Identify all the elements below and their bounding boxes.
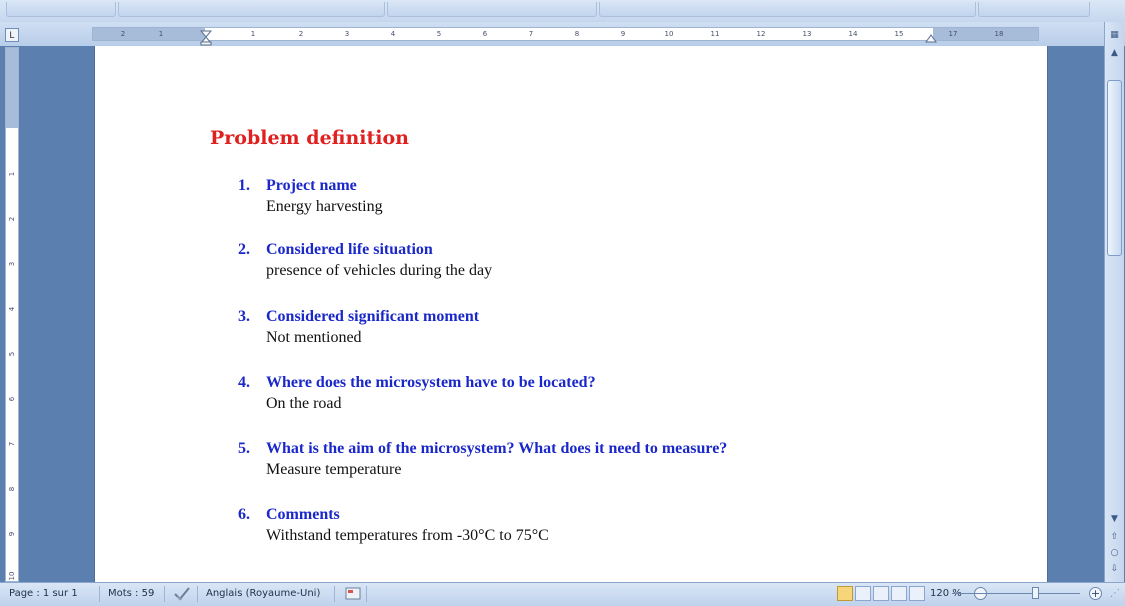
scroll-thumb[interactable] [1107,80,1122,256]
zoom-slider-thumb[interactable] [1032,587,1039,599]
item-heading: Considered life situation [266,241,433,258]
vruler-tick: 8 [8,486,16,492]
ribbon-group-font[interactable] [118,2,385,17]
ruler-tick: 10 [664,30,674,38]
ruler-tick: 8 [574,30,580,38]
item-answer: presence of vehicles during the day [266,262,493,279]
ruler-tick: 5 [436,30,442,38]
document-page[interactable]: Problem definition 1. Project name Energ… [95,46,1047,582]
item-heading: What is the aim of the microsystem? What… [266,440,728,457]
scroll-up-icon[interactable]: ▲ [1107,46,1122,60]
vruler-tick: 1 [8,171,16,177]
scroll-down-icon[interactable]: ▼ [1107,512,1122,526]
item-heading: Considered significant moment [266,308,480,325]
item-answer: Not mentioned [266,329,362,346]
item-number: 5. [238,440,250,457]
status-divider [366,586,367,602]
next-page-icon[interactable]: ⇩ [1107,562,1122,576]
item-answer: Withstand temperatures from -30°C to 75°… [266,527,549,544]
status-divider [164,586,165,602]
item-number: 4. [238,374,250,391]
status-divider [334,586,335,602]
ribbon-group-clipboard[interactable] [6,2,116,17]
ruler-tick: 15 [894,30,904,38]
indent-marker-icon[interactable] [199,30,213,46]
vruler-tick: 5 [8,351,16,357]
ruler-tick: 6 [482,30,488,38]
right-indent-marker-icon[interactable] [925,33,937,43]
vruler-tick: 2 [8,216,16,222]
ruler-tick: 11 [710,30,720,38]
browse-object-icon[interactable]: ○ [1107,546,1122,560]
draft-view-button[interactable] [909,586,925,601]
item-number: 6. [238,506,250,523]
ruler-tick: 14 [848,30,858,38]
ribbon-group-editing[interactable] [978,2,1090,17]
status-divider [99,586,100,602]
vruler-tick: 9 [8,531,16,537]
ruler-tick: 12 [756,30,766,38]
item-heading: Project name [266,177,357,194]
item-heading: Where does the microsystem have to be lo… [266,374,596,391]
ruler-tick: 3 [344,30,350,38]
web-layout-button[interactable] [873,586,889,601]
item-answer: On the road [266,395,342,412]
macro-record-icon[interactable] [345,586,361,601]
ribbon-group-style[interactable] [599,2,976,17]
vruler-tick: 7 [8,441,16,447]
outline-view-button[interactable] [891,586,907,601]
ruler-tick: 7 [528,30,534,38]
ruler-tick: 2 [120,30,126,38]
ruler-tick: 2 [298,30,304,38]
item-number: 3. [238,308,250,325]
item-number: 1. [238,177,250,194]
proofing-check-icon[interactable] [173,586,191,602]
ruler-tick: 1 [250,30,256,38]
resize-grip-icon[interactable]: ⋰ [1110,588,1120,599]
ruler-tick: 17 [948,30,958,38]
item-answer: Measure temperature [266,461,402,478]
vertical-ruler[interactable]: 1 2 3 4 5 6 7 8 9 10 [5,47,19,582]
ribbon-group-strip [0,0,1125,23]
vruler-tick: 4 [8,306,16,312]
ruler-tick: 18 [994,30,1004,38]
item-number: 2. [238,241,250,258]
vruler-tick: 6 [8,396,16,402]
language-status[interactable]: Anglais (Royaume-Uni) [206,588,320,599]
ruler-tick: 1 [158,30,164,38]
top-margin-zone [6,48,18,128]
ribbon-group-paragraph[interactable] [387,2,597,17]
ruler-tick: 13 [802,30,812,38]
item-heading: Comments [266,506,340,523]
word-count-status[interactable]: Mots : 59 [108,588,154,599]
vertical-scrollbar[interactable]: ▦ ▲ ▼ ⇧ ○ ⇩ [1104,22,1124,582]
status-bar: Page : 1 sur 1 Mots : 59 Anglais (Royaum… [0,582,1125,606]
vruler-tick: 10 [8,571,16,581]
left-margin-zone [93,28,205,40]
ruler-tick: 4 [390,30,396,38]
ruler-tick: 9 [620,30,626,38]
vruler-tick: 3 [8,261,16,267]
page-count-status[interactable]: Page : 1 sur 1 [9,588,78,599]
full-screen-reading-button[interactable] [855,586,871,601]
status-divider [197,586,198,602]
previous-page-icon[interactable]: ⇧ [1107,530,1122,544]
zoom-slider[interactable] [952,593,1080,594]
zoom-in-icon[interactable]: + [1089,587,1102,600]
horizontal-ruler[interactable]: 2 1 1 2 3 4 5 6 7 8 9 10 11 12 13 14 15 … [92,27,1039,41]
tab-selector-button[interactable]: L [5,28,19,42]
print-layout-view-button[interactable] [837,586,853,601]
document-title: Problem definition [210,127,409,149]
ruler-toggle-icon[interactable]: ▦ [1107,28,1122,42]
item-answer: Energy harvesting [266,198,383,215]
